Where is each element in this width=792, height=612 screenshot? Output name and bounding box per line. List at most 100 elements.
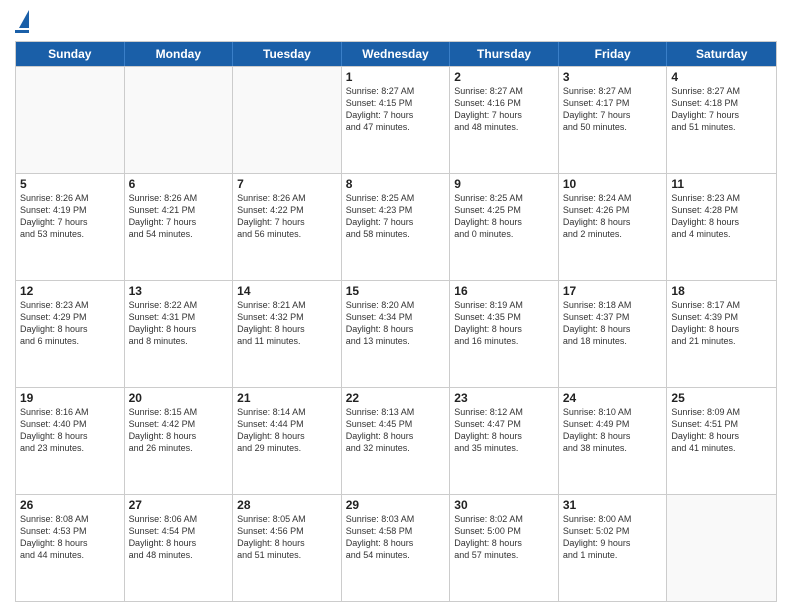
logo <box>15 10 29 33</box>
day-info: Sunrise: 8:02 AM Sunset: 5:00 PM Dayligh… <box>454 513 554 562</box>
day-number: 12 <box>20 284 120 298</box>
calendar-cell: 6Sunrise: 8:26 AM Sunset: 4:21 PM Daylig… <box>125 174 234 280</box>
calendar-cell: 19Sunrise: 8:16 AM Sunset: 4:40 PM Dayli… <box>16 388 125 494</box>
day-info: Sunrise: 8:17 AM Sunset: 4:39 PM Dayligh… <box>671 299 772 348</box>
calendar-cell: 23Sunrise: 8:12 AM Sunset: 4:47 PM Dayli… <box>450 388 559 494</box>
day-info: Sunrise: 8:27 AM Sunset: 4:15 PM Dayligh… <box>346 85 446 134</box>
day-number: 18 <box>671 284 772 298</box>
calendar-header: SundayMondayTuesdayWednesdayThursdayFrid… <box>16 42 776 66</box>
calendar-cell: 21Sunrise: 8:14 AM Sunset: 4:44 PM Dayli… <box>233 388 342 494</box>
weekday-header: Monday <box>125 42 234 66</box>
day-number: 2 <box>454 70 554 84</box>
day-info: Sunrise: 8:25 AM Sunset: 4:25 PM Dayligh… <box>454 192 554 241</box>
day-info: Sunrise: 8:15 AM Sunset: 4:42 PM Dayligh… <box>129 406 229 455</box>
day-info: Sunrise: 8:20 AM Sunset: 4:34 PM Dayligh… <box>346 299 446 348</box>
day-info: Sunrise: 8:08 AM Sunset: 4:53 PM Dayligh… <box>20 513 120 562</box>
day-number: 3 <box>563 70 663 84</box>
calendar-cell: 2Sunrise: 8:27 AM Sunset: 4:16 PM Daylig… <box>450 67 559 173</box>
day-number: 1 <box>346 70 446 84</box>
calendar-week-row: 19Sunrise: 8:16 AM Sunset: 4:40 PM Dayli… <box>16 387 776 494</box>
day-info: Sunrise: 8:05 AM Sunset: 4:56 PM Dayligh… <box>237 513 337 562</box>
day-info: Sunrise: 8:24 AM Sunset: 4:26 PM Dayligh… <box>563 192 663 241</box>
calendar-cell: 29Sunrise: 8:03 AM Sunset: 4:58 PM Dayli… <box>342 495 451 601</box>
calendar-cell: 25Sunrise: 8:09 AM Sunset: 4:51 PM Dayli… <box>667 388 776 494</box>
logo-line <box>15 30 29 33</box>
calendar-week-row: 26Sunrise: 8:08 AM Sunset: 4:53 PM Dayli… <box>16 494 776 601</box>
day-info: Sunrise: 8:22 AM Sunset: 4:31 PM Dayligh… <box>129 299 229 348</box>
day-number: 9 <box>454 177 554 191</box>
weekday-header: Saturday <box>667 42 776 66</box>
day-number: 14 <box>237 284 337 298</box>
weekday-header: Tuesday <box>233 42 342 66</box>
calendar-cell <box>667 495 776 601</box>
day-number: 28 <box>237 498 337 512</box>
day-info: Sunrise: 8:26 AM Sunset: 4:19 PM Dayligh… <box>20 192 120 241</box>
calendar-cell: 30Sunrise: 8:02 AM Sunset: 5:00 PM Dayli… <box>450 495 559 601</box>
day-info: Sunrise: 8:12 AM Sunset: 4:47 PM Dayligh… <box>454 406 554 455</box>
calendar-week-row: 1Sunrise: 8:27 AM Sunset: 4:15 PM Daylig… <box>16 66 776 173</box>
calendar-cell: 31Sunrise: 8:00 AM Sunset: 5:02 PM Dayli… <box>559 495 668 601</box>
day-info: Sunrise: 8:26 AM Sunset: 4:22 PM Dayligh… <box>237 192 337 241</box>
day-number: 19 <box>20 391 120 405</box>
calendar-cell: 1Sunrise: 8:27 AM Sunset: 4:15 PM Daylig… <box>342 67 451 173</box>
day-number: 5 <box>20 177 120 191</box>
calendar-cell: 22Sunrise: 8:13 AM Sunset: 4:45 PM Dayli… <box>342 388 451 494</box>
day-info: Sunrise: 8:13 AM Sunset: 4:45 PM Dayligh… <box>346 406 446 455</box>
day-info: Sunrise: 8:26 AM Sunset: 4:21 PM Dayligh… <box>129 192 229 241</box>
calendar-cell: 15Sunrise: 8:20 AM Sunset: 4:34 PM Dayli… <box>342 281 451 387</box>
day-number: 24 <box>563 391 663 405</box>
weekday-header: Wednesday <box>342 42 451 66</box>
day-info: Sunrise: 8:27 AM Sunset: 4:18 PM Dayligh… <box>671 85 772 134</box>
day-info: Sunrise: 8:19 AM Sunset: 4:35 PM Dayligh… <box>454 299 554 348</box>
calendar-cell: 24Sunrise: 8:10 AM Sunset: 4:49 PM Dayli… <box>559 388 668 494</box>
day-number: 16 <box>454 284 554 298</box>
calendar-body: 1Sunrise: 8:27 AM Sunset: 4:15 PM Daylig… <box>16 66 776 601</box>
calendar-cell: 5Sunrise: 8:26 AM Sunset: 4:19 PM Daylig… <box>16 174 125 280</box>
day-info: Sunrise: 8:18 AM Sunset: 4:37 PM Dayligh… <box>563 299 663 348</box>
day-info: Sunrise: 8:14 AM Sunset: 4:44 PM Dayligh… <box>237 406 337 455</box>
page: SundayMondayTuesdayWednesdayThursdayFrid… <box>0 0 792 612</box>
day-info: Sunrise: 8:23 AM Sunset: 4:29 PM Dayligh… <box>20 299 120 348</box>
calendar-cell: 16Sunrise: 8:19 AM Sunset: 4:35 PM Dayli… <box>450 281 559 387</box>
day-number: 11 <box>671 177 772 191</box>
day-number: 31 <box>563 498 663 512</box>
calendar-cell: 3Sunrise: 8:27 AM Sunset: 4:17 PM Daylig… <box>559 67 668 173</box>
weekday-header: Thursday <box>450 42 559 66</box>
day-number: 20 <box>129 391 229 405</box>
day-number: 15 <box>346 284 446 298</box>
day-number: 7 <box>237 177 337 191</box>
day-number: 10 <box>563 177 663 191</box>
day-info: Sunrise: 8:21 AM Sunset: 4:32 PM Dayligh… <box>237 299 337 348</box>
calendar-cell: 27Sunrise: 8:06 AM Sunset: 4:54 PM Dayli… <box>125 495 234 601</box>
calendar-cell: 14Sunrise: 8:21 AM Sunset: 4:32 PM Dayli… <box>233 281 342 387</box>
day-info: Sunrise: 8:23 AM Sunset: 4:28 PM Dayligh… <box>671 192 772 241</box>
calendar-cell: 12Sunrise: 8:23 AM Sunset: 4:29 PM Dayli… <box>16 281 125 387</box>
day-number: 13 <box>129 284 229 298</box>
calendar-cell: 17Sunrise: 8:18 AM Sunset: 4:37 PM Dayli… <box>559 281 668 387</box>
day-number: 27 <box>129 498 229 512</box>
day-number: 23 <box>454 391 554 405</box>
day-info: Sunrise: 8:03 AM Sunset: 4:58 PM Dayligh… <box>346 513 446 562</box>
calendar-cell: 20Sunrise: 8:15 AM Sunset: 4:42 PM Dayli… <box>125 388 234 494</box>
calendar-cell: 28Sunrise: 8:05 AM Sunset: 4:56 PM Dayli… <box>233 495 342 601</box>
logo-triangle-icon <box>19 10 29 28</box>
day-number: 22 <box>346 391 446 405</box>
calendar-week-row: 5Sunrise: 8:26 AM Sunset: 4:19 PM Daylig… <box>16 173 776 280</box>
day-info: Sunrise: 8:00 AM Sunset: 5:02 PM Dayligh… <box>563 513 663 562</box>
day-number: 30 <box>454 498 554 512</box>
day-info: Sunrise: 8:06 AM Sunset: 4:54 PM Dayligh… <box>129 513 229 562</box>
day-number: 6 <box>129 177 229 191</box>
day-info: Sunrise: 8:09 AM Sunset: 4:51 PM Dayligh… <box>671 406 772 455</box>
calendar-cell: 10Sunrise: 8:24 AM Sunset: 4:26 PM Dayli… <box>559 174 668 280</box>
calendar-cell: 13Sunrise: 8:22 AM Sunset: 4:31 PM Dayli… <box>125 281 234 387</box>
weekday-header: Friday <box>559 42 668 66</box>
calendar-cell <box>233 67 342 173</box>
calendar-cell: 7Sunrise: 8:26 AM Sunset: 4:22 PM Daylig… <box>233 174 342 280</box>
day-number: 26 <box>20 498 120 512</box>
calendar-cell: 18Sunrise: 8:17 AM Sunset: 4:39 PM Dayli… <box>667 281 776 387</box>
day-number: 29 <box>346 498 446 512</box>
calendar-cell <box>16 67 125 173</box>
day-info: Sunrise: 8:27 AM Sunset: 4:16 PM Dayligh… <box>454 85 554 134</box>
day-number: 21 <box>237 391 337 405</box>
day-info: Sunrise: 8:16 AM Sunset: 4:40 PM Dayligh… <box>20 406 120 455</box>
